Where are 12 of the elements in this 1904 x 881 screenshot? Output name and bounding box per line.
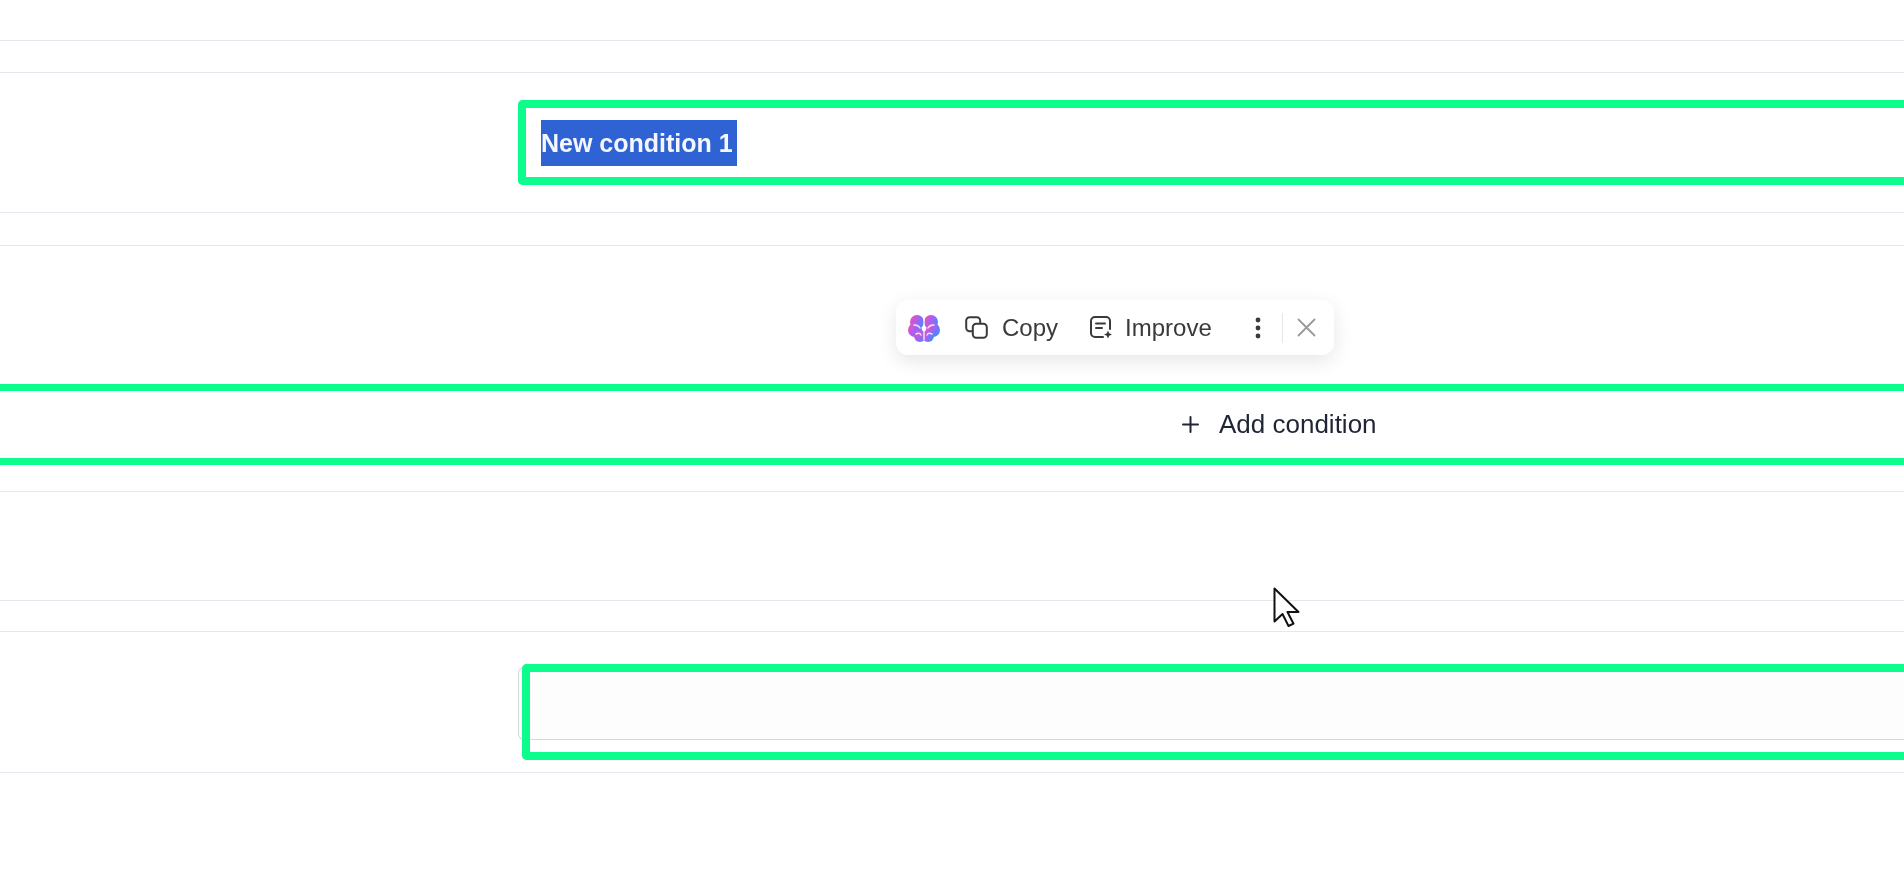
- mouse-pointer-icon: [1273, 587, 1301, 627]
- copy-icon: [965, 316, 988, 339]
- selected-text: New condition 1: [541, 119, 737, 166]
- add-condition-button[interactable]: Add condition: [1170, 401, 1389, 448]
- input-field[interactable]: [518, 667, 1904, 740]
- document-sparkle-icon: [1090, 316, 1114, 339]
- close-icon[interactable]: [1296, 318, 1316, 337]
- copy-button[interactable]: Copy: [958, 305, 1066, 350]
- brain-icon[interactable]: [908, 312, 940, 343]
- more-icon[interactable]: [1254, 316, 1261, 339]
- improve-button[interactable]: Improve: [1083, 305, 1219, 350]
- plus-icon: [1182, 416, 1199, 433]
